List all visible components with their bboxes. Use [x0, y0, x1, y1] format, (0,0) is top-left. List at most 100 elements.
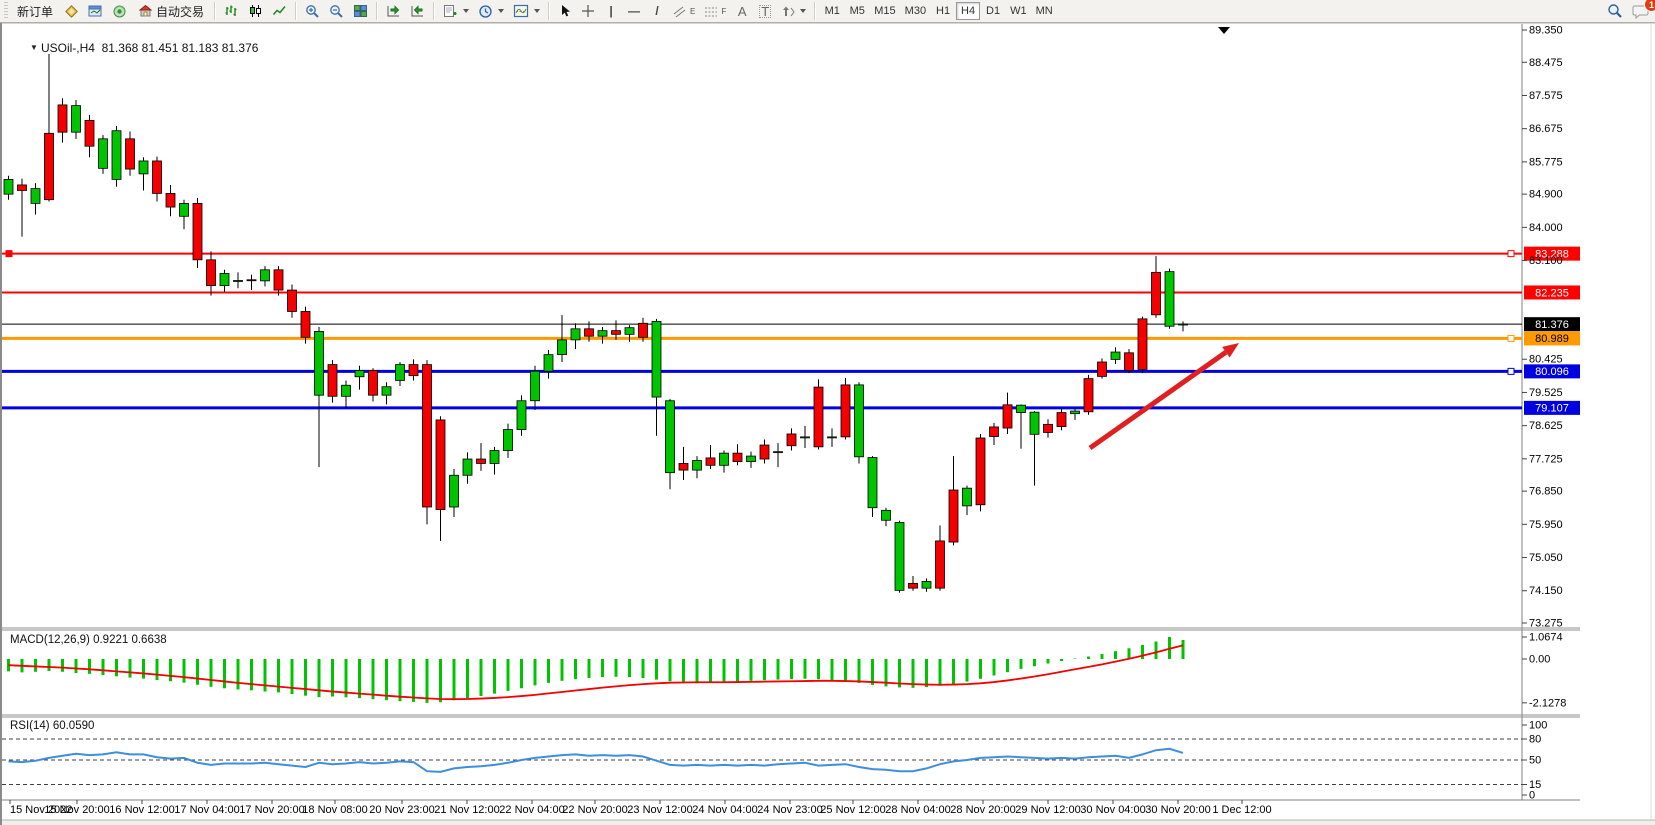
new-chart-icon [443, 4, 458, 18]
cursor-icon [559, 4, 572, 18]
svg-text:83.100: 83.100 [1529, 255, 1563, 267]
timeframe-M1[interactable]: M1 [820, 2, 844, 20]
timeframe-MN[interactable]: MN [1032, 2, 1057, 20]
toolbar-separator [814, 2, 816, 20]
svg-text:80.989: 80.989 [1535, 333, 1569, 345]
svg-text:84.900: 84.900 [1529, 189, 1563, 201]
svg-text:75.950: 75.950 [1529, 519, 1563, 531]
svg-text:80.096: 80.096 [1535, 366, 1569, 378]
navigator-icon[interactable] [108, 1, 131, 21]
text-tool[interactable]: A [731, 1, 753, 21]
svg-text:20 Nov 23:00: 20 Nov 23:00 [369, 804, 434, 816]
chart-shift-icon[interactable] [406, 1, 429, 21]
svg-text:29 Nov 12:00: 29 Nov 12:00 [1015, 804, 1080, 816]
horizontal-lines-layer[interactable]: 83.28882.23581.37680.98980.09679.107 [2, 247, 1580, 415]
macd-label: MACD(12,26,9) 0.9221 0.6638 [10, 634, 167, 646]
svg-text:82.235: 82.235 [1535, 287, 1569, 299]
cursor-tool[interactable] [554, 1, 576, 21]
autotrade-label: 自动交易 [156, 3, 204, 20]
svg-text:25 Nov 12:00: 25 Nov 12:00 [820, 804, 885, 816]
search-icon[interactable] [1603, 1, 1627, 21]
svg-text:89.350: 89.350 [1529, 25, 1563, 37]
time-axis[interactable]: 15 Nov 202215 Nov 20:0016 Nov 12:0017 No… [10, 800, 1272, 816]
new-order-button[interactable]: 新订单 [11, 1, 59, 21]
line-handle[interactable] [1508, 251, 1514, 257]
tile-windows-icon[interactable] [349, 1, 372, 21]
zoom-out-icon[interactable] [325, 1, 348, 21]
bar-chart-icon[interactable] [220, 1, 243, 21]
new-order-label: 新订单 [17, 3, 53, 20]
toolbar-separator [295, 2, 297, 20]
new-chart-button[interactable] [439, 1, 473, 21]
svg-text:79.525: 79.525 [1529, 387, 1563, 399]
indicators-icon [513, 4, 529, 18]
svg-text:24 Nov 23:00: 24 Nov 23:00 [757, 804, 822, 816]
auto-scroll-icon[interactable] [382, 1, 405, 21]
indicators-button[interactable] [509, 1, 544, 21]
main-toolbar: 新订单 [0, 0, 1655, 23]
data-window-icon[interactable] [84, 1, 107, 21]
chevron-down-icon [463, 9, 469, 13]
toolbar-grip [4, 2, 8, 20]
timeframe-H1[interactable]: H1 [931, 2, 955, 20]
horizontal-line-tool[interactable]: — [623, 1, 645, 21]
svg-text:28 Nov 20:00: 28 Nov 20:00 [950, 804, 1015, 816]
text-icon: A [738, 4, 747, 19]
line-handle[interactable] [1508, 335, 1514, 341]
chevron-down-icon [534, 9, 540, 13]
arrows-tool[interactable] [777, 1, 810, 21]
svg-text:22 Nov 04:00: 22 Nov 04:00 [499, 804, 564, 816]
svg-text:0: 0 [1529, 790, 1535, 802]
trendline-icon: / [655, 4, 658, 18]
svg-text:17 Nov 20:00: 17 Nov 20:00 [239, 804, 304, 816]
fibonacci-tool[interactable]: F [700, 1, 730, 21]
chart-canvas[interactable]: 83.28882.23581.37680.98980.09679.107 89.… [2, 23, 1655, 825]
trendline-tool[interactable]: / [646, 1, 668, 21]
vline-icon: | [609, 4, 612, 18]
svg-text:87.575: 87.575 [1529, 90, 1563, 102]
line-handle[interactable] [6, 251, 12, 257]
channel-tool[interactable]: E [669, 1, 699, 21]
svg-text:80.425: 80.425 [1529, 354, 1563, 366]
autotrade-button[interactable]: 自动交易 [132, 1, 210, 21]
svg-text:21 Nov 12:00: 21 Nov 12:00 [434, 804, 499, 816]
svg-text:100: 100 [1529, 720, 1547, 732]
chart-ohlc-values: 81.368 81.451 81.183 81.376 [102, 41, 259, 55]
label-tool[interactable]: T [754, 1, 776, 21]
crosshair-tool[interactable] [577, 1, 599, 21]
fibonacci-icon [704, 5, 718, 18]
candlestick-icon[interactable] [244, 1, 267, 21]
chart-window[interactable]: 83.28882.23581.37680.98980.09679.107 89.… [0, 23, 1655, 825]
svg-text:85.775: 85.775 [1529, 156, 1563, 168]
line-chart-icon[interactable] [268, 1, 291, 21]
timeframe-D1[interactable]: D1 [981, 2, 1005, 20]
svg-text:28 Nov 04:00: 28 Nov 04:00 [885, 804, 950, 816]
chevron-down-icon [498, 9, 504, 13]
toolbar-separator [214, 2, 216, 20]
zoom-in-icon[interactable] [301, 1, 324, 21]
panel-borders [2, 23, 1655, 825]
timeframe-H4[interactable]: H4 [956, 2, 980, 20]
chat-badge[interactable]: 1 [1644, 0, 1655, 12]
toolbar-separator [376, 2, 378, 20]
timeframe-M15[interactable]: M15 [870, 2, 899, 20]
channel-label: E [690, 7, 695, 16]
svg-text:78.625: 78.625 [1529, 420, 1563, 432]
timeframe-M5[interactable]: M5 [845, 2, 869, 20]
periods-button[interactable] [474, 1, 508, 21]
market-watch-icon[interactable] [60, 1, 83, 21]
chart-symbol: USOil-,H4 [41, 41, 95, 55]
gold-diamond-icon [64, 4, 79, 19]
line-handle[interactable] [1508, 368, 1514, 374]
clock-icon [478, 4, 493, 19]
timeframe-M30[interactable]: M30 [901, 2, 930, 20]
rsi-panel: 1008050150 [2, 720, 1547, 802]
svg-text:0.00: 0.00 [1529, 654, 1550, 666]
vertical-line-tool[interactable]: | [600, 1, 622, 21]
svg-text:16 Nov 12:00: 16 Nov 12:00 [109, 804, 174, 816]
collapse-triangle-icon: ▼ [30, 43, 38, 52]
scroll-shift-marker-icon [1218, 27, 1230, 34]
timeframe-W1[interactable]: W1 [1006, 2, 1031, 20]
channel-icon [673, 5, 687, 18]
svg-text:79.107: 79.107 [1535, 403, 1569, 415]
